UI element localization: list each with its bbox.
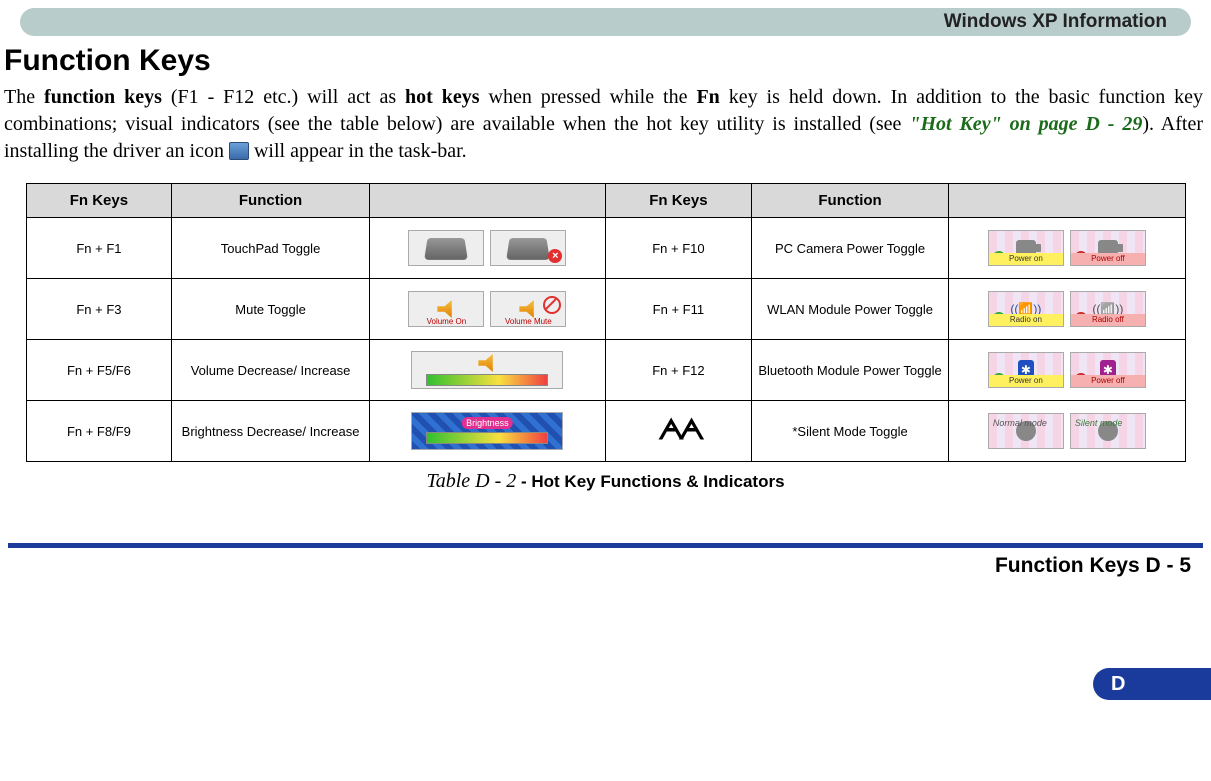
function-cell: Bluetooth Module Power Toggle bbox=[751, 340, 948, 401]
touchpad-off-icon: × bbox=[490, 230, 566, 266]
intro-paragraph: The function keys (F1 - F12 etc.) will a… bbox=[4, 84, 1203, 165]
function-cell: Brightness Decrease/ Increase bbox=[172, 401, 369, 462]
volume-slider-icon bbox=[411, 351, 563, 389]
bluetooth-off-icon: ✱Power off bbox=[1070, 352, 1146, 388]
function-cell: TouchPad Toggle bbox=[172, 218, 369, 279]
fnkey-cell: Fn + F3 bbox=[26, 279, 172, 340]
table-row: Fn + F3 Mute Toggle Volume On Volume Mut… bbox=[26, 279, 1185, 340]
col-indicator-right bbox=[949, 184, 1185, 218]
col-fnkeys-right: Fn Keys bbox=[605, 184, 751, 218]
section-title: Windows XP Information bbox=[944, 11, 1167, 33]
footer-rule bbox=[8, 543, 1203, 548]
volume-on-icon: Volume On bbox=[408, 291, 484, 327]
function-cell: WLAN Module Power Toggle bbox=[751, 279, 948, 340]
bluetooth-on-icon: ✱Power on bbox=[988, 352, 1064, 388]
table-caption: Table D - 2 - Hot Key Functions & Indica… bbox=[0, 470, 1211, 493]
indicator-cell: Brightness bbox=[369, 401, 605, 462]
indicator-cell: Radio on Radio off bbox=[949, 279, 1185, 340]
camera-off-icon: Power off bbox=[1070, 230, 1146, 266]
normal-mode-icon: Normal mode bbox=[988, 413, 1064, 449]
function-cell: PC Camera Power Toggle bbox=[751, 218, 948, 279]
indicator-cell bbox=[369, 340, 605, 401]
camera-on-icon: Power on bbox=[988, 230, 1064, 266]
silent-mode-icon: Silent mode bbox=[1070, 413, 1146, 449]
brightness-slider-icon: Brightness bbox=[411, 412, 563, 450]
silent-mode-logo-icon: ᗅᗅ bbox=[658, 415, 699, 446]
col-indicator-left bbox=[369, 184, 605, 218]
volume-mute-icon: Volume Mute bbox=[490, 291, 566, 327]
header-bar: Windows XP Information bbox=[20, 8, 1191, 36]
touchpad-on-icon bbox=[408, 230, 484, 266]
function-cell: Mute Toggle bbox=[172, 279, 369, 340]
table-row: Fn + F1 TouchPad Toggle × Fn + F10 PC Ca… bbox=[26, 218, 1185, 279]
indicator-cell: × bbox=[369, 218, 605, 279]
fnkey-cell: Fn + F12 bbox=[605, 340, 751, 401]
function-cell: *Silent Mode Toggle bbox=[751, 401, 948, 462]
fnkey-cell: Fn + F1 bbox=[26, 218, 172, 279]
page-title: Function Keys bbox=[4, 44, 1211, 78]
wlan-on-icon: Radio on bbox=[988, 291, 1064, 327]
indicator-cell: ✱Power on ✱Power off bbox=[949, 340, 1185, 401]
appendix-tab: D bbox=[1093, 668, 1211, 700]
fnkey-cell: Fn + F5/F6 bbox=[26, 340, 172, 401]
indicator-cell: Volume On Volume Mute bbox=[369, 279, 605, 340]
col-function-left: Function bbox=[172, 184, 369, 218]
taskbar-hotkey-icon bbox=[229, 142, 249, 160]
hot-key-xref[interactable]: "Hot Key" on page D - 29 bbox=[909, 113, 1142, 135]
page-footer: Function Keys D - 5 bbox=[0, 552, 1211, 592]
function-cell: Volume Decrease/ Increase bbox=[172, 340, 369, 401]
table-row: Fn + F8/F9 Brightness Decrease/ Increase… bbox=[26, 401, 1185, 462]
indicator-cell: Power on Power off bbox=[949, 218, 1185, 279]
fnkey-cell: ᗅᗅ bbox=[605, 401, 751, 462]
fnkey-cell: Fn + F10 bbox=[605, 218, 751, 279]
wlan-off-icon: Radio off bbox=[1070, 291, 1146, 327]
indicator-cell: Normal mode Silent mode bbox=[949, 401, 1185, 462]
table-row: Fn + F5/F6 Volume Decrease/ Increase Fn … bbox=[26, 340, 1185, 401]
fnkey-cell: Fn + F8/F9 bbox=[26, 401, 172, 462]
hotkey-table: Fn Keys Function Fn Keys Function Fn + F… bbox=[26, 183, 1186, 462]
col-fnkeys-left: Fn Keys bbox=[26, 184, 172, 218]
fnkey-cell: Fn + F11 bbox=[605, 279, 751, 340]
col-function-right: Function bbox=[751, 184, 948, 218]
